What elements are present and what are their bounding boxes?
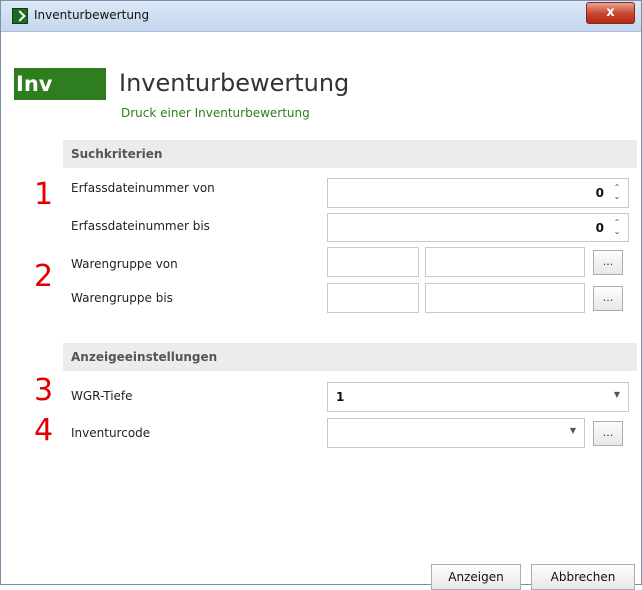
dialog-window: Inventurbewertung x Inv Inventurbewertun…: [0, 0, 642, 590]
wg-von-label: Warengruppe von: [71, 257, 178, 271]
spin-down-icon[interactable]: ⌄: [612, 192, 622, 201]
spin-down-icon[interactable]: ⌄: [612, 227, 622, 236]
close-button[interactable]: x: [586, 2, 635, 24]
erfass-bis-spinner[interactable]: 0 ⌃ ⌄: [327, 213, 629, 242]
inventurcode-label: Inventurcode: [71, 426, 151, 440]
section-header-display: Anzeigeeinstellungen: [63, 343, 637, 371]
spin-arrows-icon[interactable]: ⌃ ⌄: [612, 183, 622, 203]
wg-bis-code-input[interactable]: [327, 283, 419, 313]
inventurcode-browse-button[interactable]: ...: [593, 421, 623, 446]
cancel-button[interactable]: Abbrechen: [531, 564, 635, 590]
chevron-down-icon[interactable]: ▼: [614, 390, 620, 399]
erfass-von-label: Erfassdateinummer von: [71, 181, 215, 195]
wgr-tiefe-value: 1: [336, 390, 345, 404]
erfass-von-value: 0: [595, 186, 604, 200]
module-badge: Inv: [14, 68, 106, 100]
inventurcode-combobox[interactable]: ▼: [327, 418, 585, 448]
wg-bis-name-input[interactable]: [425, 283, 585, 313]
chevron-down-icon[interactable]: ▼: [570, 426, 576, 435]
spin-up-icon[interactable]: ⌃: [612, 183, 622, 192]
marker-2: 2: [34, 259, 54, 294]
badge-strip: [1, 68, 14, 100]
wgr-tiefe-combobox[interactable]: 1 ▼: [327, 382, 629, 412]
marker-4: 4: [34, 413, 54, 448]
show-button[interactable]: Anzeigen: [431, 564, 521, 590]
wg-von-browse-button[interactable]: ...: [593, 250, 623, 275]
wg-von-name-input[interactable]: [425, 247, 585, 277]
section-header-search: Suchkriterien: [63, 140, 637, 168]
page-title: Inventurbewertung: [119, 69, 350, 97]
marker-1: 1: [34, 177, 54, 212]
title-bar[interactable]: Inventurbewertung x: [1, 1, 641, 32]
spin-arrows-icon[interactable]: ⌃ ⌄: [612, 218, 622, 238]
erfass-bis-label: Erfassdateinummer bis: [71, 219, 210, 233]
wgr-tiefe-label: WGR-Tiefe: [71, 389, 133, 403]
marker-3: 3: [34, 373, 54, 408]
erfass-bis-value: 0: [595, 221, 604, 235]
spin-up-icon[interactable]: ⌃: [612, 218, 622, 227]
window-title: Inventurbewertung: [34, 8, 150, 22]
wg-bis-browse-button[interactable]: ...: [593, 286, 623, 311]
wg-bis-label: Warengruppe bis: [71, 291, 173, 305]
page-subtitle: Druck einer Inventurbewertung: [121, 106, 310, 120]
app-icon: [12, 8, 28, 24]
erfass-von-spinner[interactable]: 0 ⌃ ⌄: [327, 178, 629, 208]
wg-von-code-input[interactable]: [327, 247, 419, 277]
